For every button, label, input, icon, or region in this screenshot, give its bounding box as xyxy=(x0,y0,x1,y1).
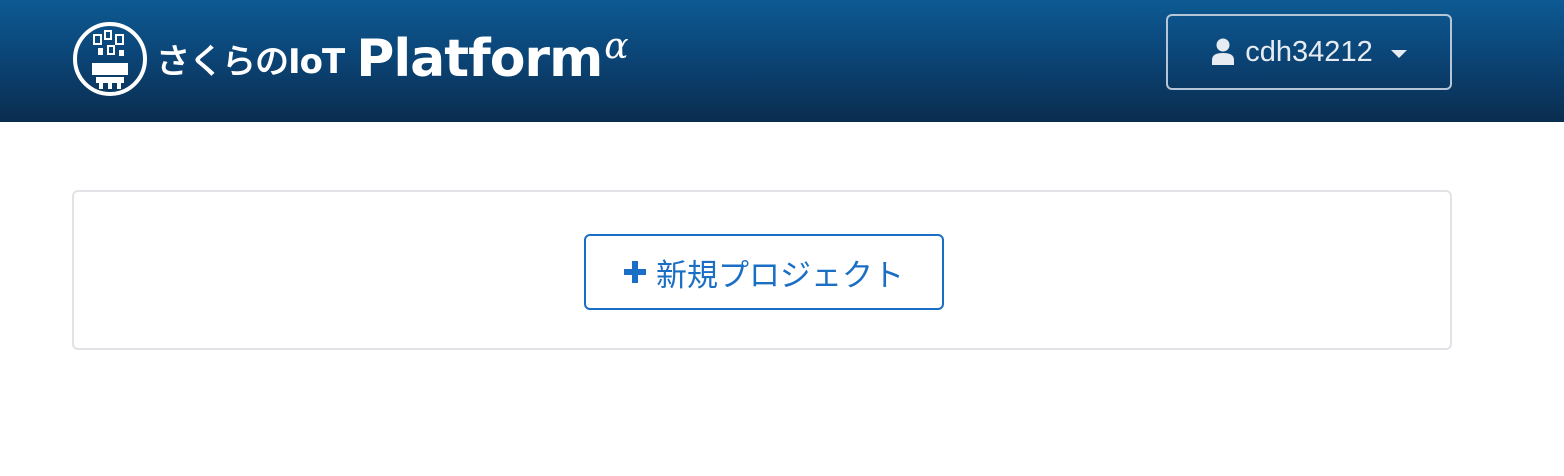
user-icon xyxy=(1212,38,1235,65)
user-menu-button[interactable]: cdh34212 xyxy=(1166,14,1452,90)
username-label: cdh34212 xyxy=(1245,35,1373,68)
top-navbar: さくらのIoT Platform α cdh34212 xyxy=(0,0,1564,122)
new-project-button[interactable]: 新規プロジェクト xyxy=(584,234,944,310)
caret-down-icon xyxy=(1390,50,1407,58)
projects-panel: 新規プロジェクト xyxy=(72,190,1452,350)
new-project-label: 新規プロジェクト xyxy=(656,257,904,294)
brand-alpha-badge: α xyxy=(604,26,629,67)
sakura-iot-logo-icon xyxy=(73,22,147,96)
brand-name-platform: Platform xyxy=(356,29,603,89)
brand-link[interactable]: さくらのIoT Platform α xyxy=(72,20,629,98)
brand-name-japanese: さくらのIoT xyxy=(156,42,345,82)
plus-icon xyxy=(624,261,646,283)
